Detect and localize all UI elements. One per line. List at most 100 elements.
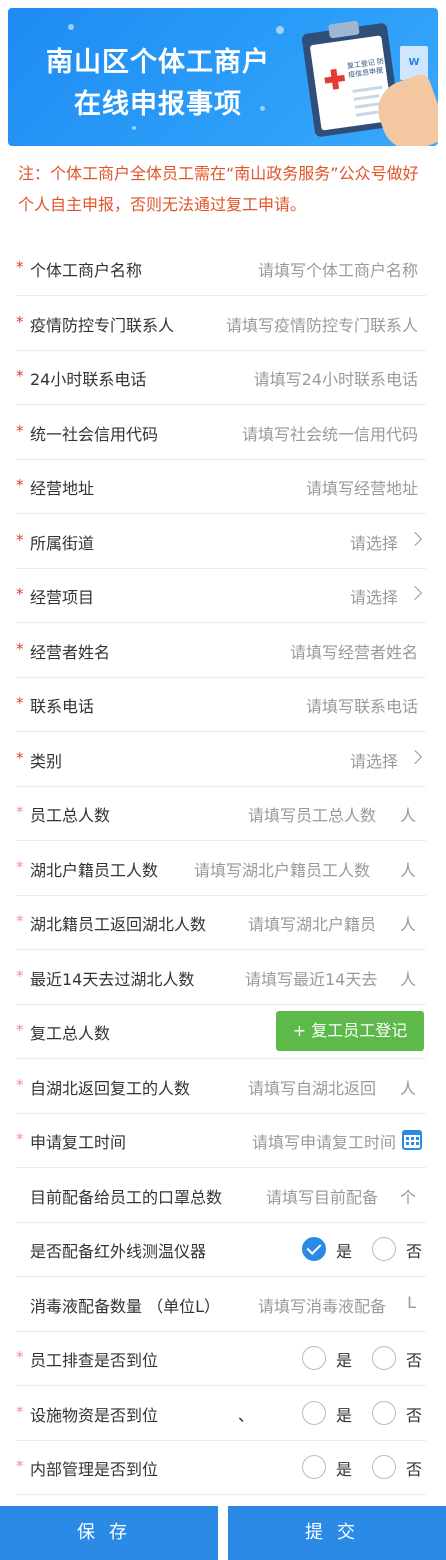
radio-no-label: 否 <box>406 1351 423 1370</box>
radio-yes[interactable] <box>302 1400 326 1425</box>
field-label: 湖北籍员工返回湖北人数 <box>30 915 207 934</box>
chevron-right-icon <box>407 749 423 764</box>
header-banner: 南山区个体工商户 在线申报事项 复工登记 防疫信息申报 W <box>8 8 438 146</box>
required-star: * <box>16 1348 24 1366</box>
field-label: 类别 <box>30 751 63 771</box>
input-field[interactable]: 请填写目前配备 <box>266 1184 378 1208</box>
radio-no-label: 否 <box>406 1405 423 1425</box>
select-field[interactable]: 请选择 <box>350 748 398 772</box>
form-row[interactable]: 是否配备红外线测温仪器 是 否 <box>16 1223 426 1277</box>
required-star: * <box>16 530 24 549</box>
field-label: 疫情防控专门联系人 <box>30 315 175 335</box>
required-star: * <box>16 966 24 985</box>
form-row[interactable]: * 员工排查是否到位 是 否 <box>16 1332 426 1386</box>
field-label: 设施物资是否到位 <box>30 1405 159 1425</box>
radio-no[interactable] <box>372 1346 396 1370</box>
field-label: 消毒液配备数量 （单位L） <box>30 1296 221 1316</box>
form-row[interactable]: * 湖北户籍员工人数 请填写湖北户籍员工人数 人 <box>16 842 426 896</box>
field-label: 经营地址 <box>30 479 95 498</box>
form-row[interactable]: * 湖北籍员工返回湖北人数 请填写湖北户籍员 人 <box>16 896 426 950</box>
unit-label: 人 <box>399 806 416 825</box>
field-label: 员工总人数 <box>30 806 111 825</box>
input-field[interactable]: 请填写消毒液配备 <box>258 1293 386 1317</box>
form-row[interactable]: * 设施物资是否到位 是 否 、 <box>16 1387 426 1441</box>
required-star: * <box>16 421 24 440</box>
calendar-icon[interactable] <box>402 1130 422 1150</box>
radio-no[interactable] <box>372 1400 396 1425</box>
banner-title: 南山区个体工商户 在线申报事项 <box>28 42 288 126</box>
chevron-right-icon <box>407 531 423 546</box>
form-row[interactable]: * 个体工商户名称 请填写个体工商户名称 <box>16 242 426 296</box>
form-row[interactable]: * 自湖北返回复工的人数 请填写自湖北返回 人 <box>16 1060 426 1114</box>
field-label: 最近14天去过湖北人数 <box>30 969 195 989</box>
field-label: 统一社会信用代码 <box>30 424 159 444</box>
banner-title-line1: 南山区个体工商户 <box>46 47 270 78</box>
form-row[interactable]: * 经营项目 请选择 <box>16 569 426 623</box>
radio-yes-label: 是 <box>336 1405 353 1425</box>
form-row[interactable]: * 疫情防控专门联系人 请填写疫情防控专门联系人 <box>16 297 426 351</box>
required-star: * <box>16 1402 24 1421</box>
select-field[interactable]: 请选择 <box>350 584 398 608</box>
register-staff-button[interactable]: + 复工员工登记 <box>276 1011 424 1051</box>
unit-label: 人 <box>399 860 416 880</box>
input-field[interactable]: 请填写经营者姓名 <box>290 639 418 663</box>
input-field[interactable]: 请填写湖北户籍员 <box>248 911 376 935</box>
save-button[interactable]: 保存 <box>0 1506 218 1560</box>
field-label: 申请复工时间 <box>30 1133 127 1152</box>
input-field[interactable]: 请填写申请复工时间 <box>252 1129 396 1153</box>
radio-yes[interactable] <box>302 1346 326 1370</box>
input-field[interactable]: 请填写最近14天去 <box>245 966 377 990</box>
submit-button[interactable]: 提交 <box>228 1506 446 1560</box>
input-field[interactable]: 请填写社会统一信用代码 <box>242 421 418 445</box>
field-label: 24小时联系电话 <box>30 370 147 389</box>
field-label: 湖北户籍员工人数 <box>30 860 159 880</box>
field-label: 所属街道 <box>30 533 95 553</box>
unit-label: 个 <box>399 1187 416 1207</box>
input-field[interactable]: 请填写员工总人数 <box>248 802 376 826</box>
required-star: * <box>16 857 24 876</box>
input-field[interactable]: 请填写自湖北返回 <box>248 1075 376 1099</box>
unit-label: 人 <box>399 1078 416 1098</box>
field-label: 内部管理是否到位 <box>30 1460 159 1479</box>
form-row[interactable]: * 24小时联系电话 请填写24小时联系电话 <box>16 351 426 405</box>
unit-label: L <box>407 1292 416 1312</box>
form-row[interactable]: 消毒液配备数量 （单位L） 请填写消毒液配备 L <box>16 1278 426 1332</box>
field-label: 自湖北返回复工的人数 <box>30 1078 191 1098</box>
input-field[interactable]: 请填写湖北户籍员工人数 <box>194 857 370 881</box>
form-row[interactable]: * 类别 请选择 <box>16 733 426 787</box>
form-row[interactable]: * 申请复工时间 请填写申请复工时间 <box>16 1114 426 1168</box>
form-row[interactable]: * 统一社会信用代码 请填写社会统一信用代码 <box>16 406 426 460</box>
field-label: 是否配备红外线测温仪器 <box>30 1242 207 1261</box>
form-row[interactable]: * 内部管理是否到位 是 否 <box>16 1441 426 1495</box>
form-row[interactable]: * 员工总人数 请填写员工总人数 人 <box>16 787 426 841</box>
chevron-right-icon <box>407 585 423 601</box>
required-star: * <box>16 367 24 385</box>
form-row[interactable]: 目前配备给员工的口罩总数 请填写目前配备 个 <box>16 1169 426 1223</box>
field-label: 目前配备给员工的口罩总数 <box>30 1187 223 1207</box>
radio-no-label: 否 <box>406 1242 423 1261</box>
form-row[interactable]: * 所属街道 请选择 <box>16 515 426 569</box>
radio-no[interactable] <box>372 1455 396 1479</box>
radio-yes-label: 是 <box>336 1460 353 1479</box>
required-star: * <box>16 258 24 276</box>
form-row[interactable]: * 复工总人数 + 复工员工登记 <box>16 1005 426 1059</box>
form-row[interactable]: * 经营者姓名 请填写经营者姓名 <box>16 624 426 678</box>
form-row[interactable]: * 经营地址 请填写经营地址 <box>16 460 426 514</box>
required-star: * <box>16 1075 24 1094</box>
radio-yes[interactable] <box>302 1455 326 1479</box>
radio-yes[interactable] <box>302 1237 326 1261</box>
radio-yes-label: 是 <box>336 1351 353 1370</box>
select-field[interactable]: 请选择 <box>350 530 398 554</box>
input-field[interactable]: 请填写疫情防控专门联系人 <box>226 312 418 336</box>
radio-no[interactable] <box>372 1237 396 1261</box>
input-field[interactable]: 请填写个体工商户名称 <box>258 257 418 281</box>
field-label: 员工排查是否到位 <box>30 1351 159 1370</box>
input-field[interactable]: 请填写联系电话 <box>306 693 418 717</box>
field-label: 联系电话 <box>30 697 95 716</box>
form-row[interactable]: * 联系电话 请填写联系电话 <box>16 678 426 732</box>
input-field[interactable]: 请填写经营地址 <box>306 475 418 499</box>
field-label: 个体工商户名称 <box>30 261 143 280</box>
input-field[interactable]: 请填写24小时联系电话 <box>254 366 418 390</box>
form-row[interactable]: * 最近14天去过湖北人数 请填写最近14天去 人 <box>16 951 426 1005</box>
clipboard-text: 复工登记 防疫信息申报 <box>346 57 385 80</box>
